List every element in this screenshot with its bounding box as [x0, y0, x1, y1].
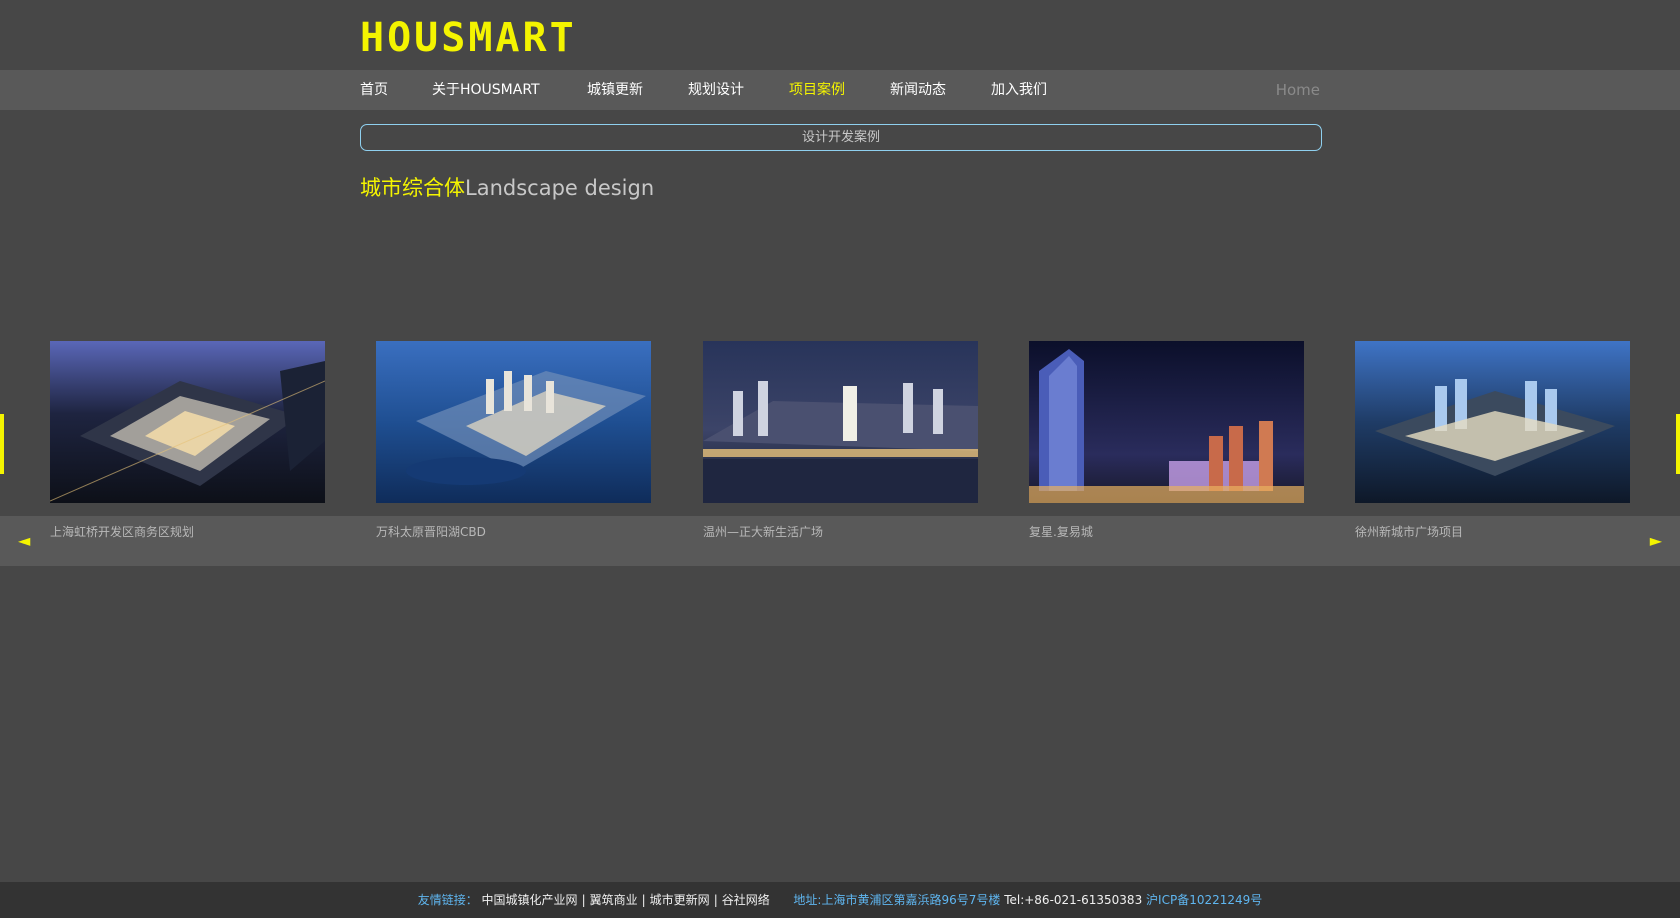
project-card[interactable]: 复星.复易城: [1029, 341, 1304, 539]
project-card[interactable]: 上海虹桥开发区商务区规划: [50, 341, 325, 539]
project-caption[interactable]: 上海虹桥开发区商务区规划: [50, 524, 194, 540]
project-image[interactable]: [1029, 341, 1304, 503]
project-card[interactable]: 万科太原晋阳湖CBD: [376, 341, 651, 539]
project-image[interactable]: [703, 341, 978, 503]
right-edge-bar: [1676, 414, 1680, 474]
project-image[interactable]: [376, 341, 651, 503]
section-title-cn: 城市综合体: [360, 176, 465, 200]
nav-item-projects[interactable]: 项目案例: [789, 70, 845, 110]
nav-item-town-renewal[interactable]: 城镇更新: [587, 70, 643, 110]
footer-icp[interactable]: 沪ICP备10221249号: [1146, 893, 1262, 907]
header: HOUSMART: [0, 0, 1680, 70]
footer-links-label: 友情链接：: [417, 893, 478, 907]
project-image[interactable]: [1355, 341, 1630, 503]
project-image[interactable]: [50, 341, 325, 503]
project-caption[interactable]: 徐州新城市广场项目: [1355, 524, 1463, 540]
nav-item-home[interactable]: 首页: [360, 70, 388, 110]
footer-link[interactable]: 谷社网络: [722, 893, 770, 907]
project-caption[interactable]: 万科太原晋阳湖CBD: [376, 524, 486, 540]
nav-item-join-us[interactable]: 加入我们: [991, 70, 1047, 110]
nav-item-about[interactable]: 关于HOUSMART: [432, 70, 540, 110]
footer-address: 地址:上海市黄浦区第嘉浜路96号7号楼: [793, 893, 1001, 907]
project-caption[interactable]: 温州—正大新生活广场: [703, 524, 823, 540]
project-caption[interactable]: 复星.复易城: [1029, 524, 1093, 540]
nav-item-planning[interactable]: 规划设计: [688, 70, 744, 110]
main-nav: 首页 关于HOUSMART 城镇更新 规划设计 项目案例 新闻动态 加入我们 H…: [0, 70, 1680, 110]
site-logo[interactable]: HOUSMART: [360, 16, 577, 60]
section-title-en: Landscape design: [465, 176, 655, 200]
left-edge-bar: [0, 414, 4, 474]
subtitle-banner: 设计开发案例: [360, 124, 1322, 151]
prev-arrow-icon[interactable]: ◄: [18, 532, 30, 550]
section-title: 城市综合体Landscape design: [360, 174, 654, 202]
home-link[interactable]: Home: [1276, 70, 1320, 110]
footer-link[interactable]: 中国城镇化产业网: [482, 893, 578, 907]
footer-link[interactable]: 翼筑商业: [590, 893, 638, 907]
footer-tel: Tel:+86-021-61350383: [1004, 893, 1143, 907]
next-arrow-icon[interactable]: ►: [1650, 532, 1662, 550]
footer-link[interactable]: 城市更新网: [650, 893, 710, 907]
nav-item-news[interactable]: 新闻动态: [890, 70, 946, 110]
project-card[interactable]: 温州—正大新生活广场: [703, 341, 978, 539]
project-card[interactable]: 徐州新城市广场项目: [1355, 341, 1630, 539]
footer: 友情链接： 中国城镇化产业网 | 翼筑商业 | 城市更新网 | 谷社网络 地址:上海市黄浦区…: [0, 882, 1680, 918]
